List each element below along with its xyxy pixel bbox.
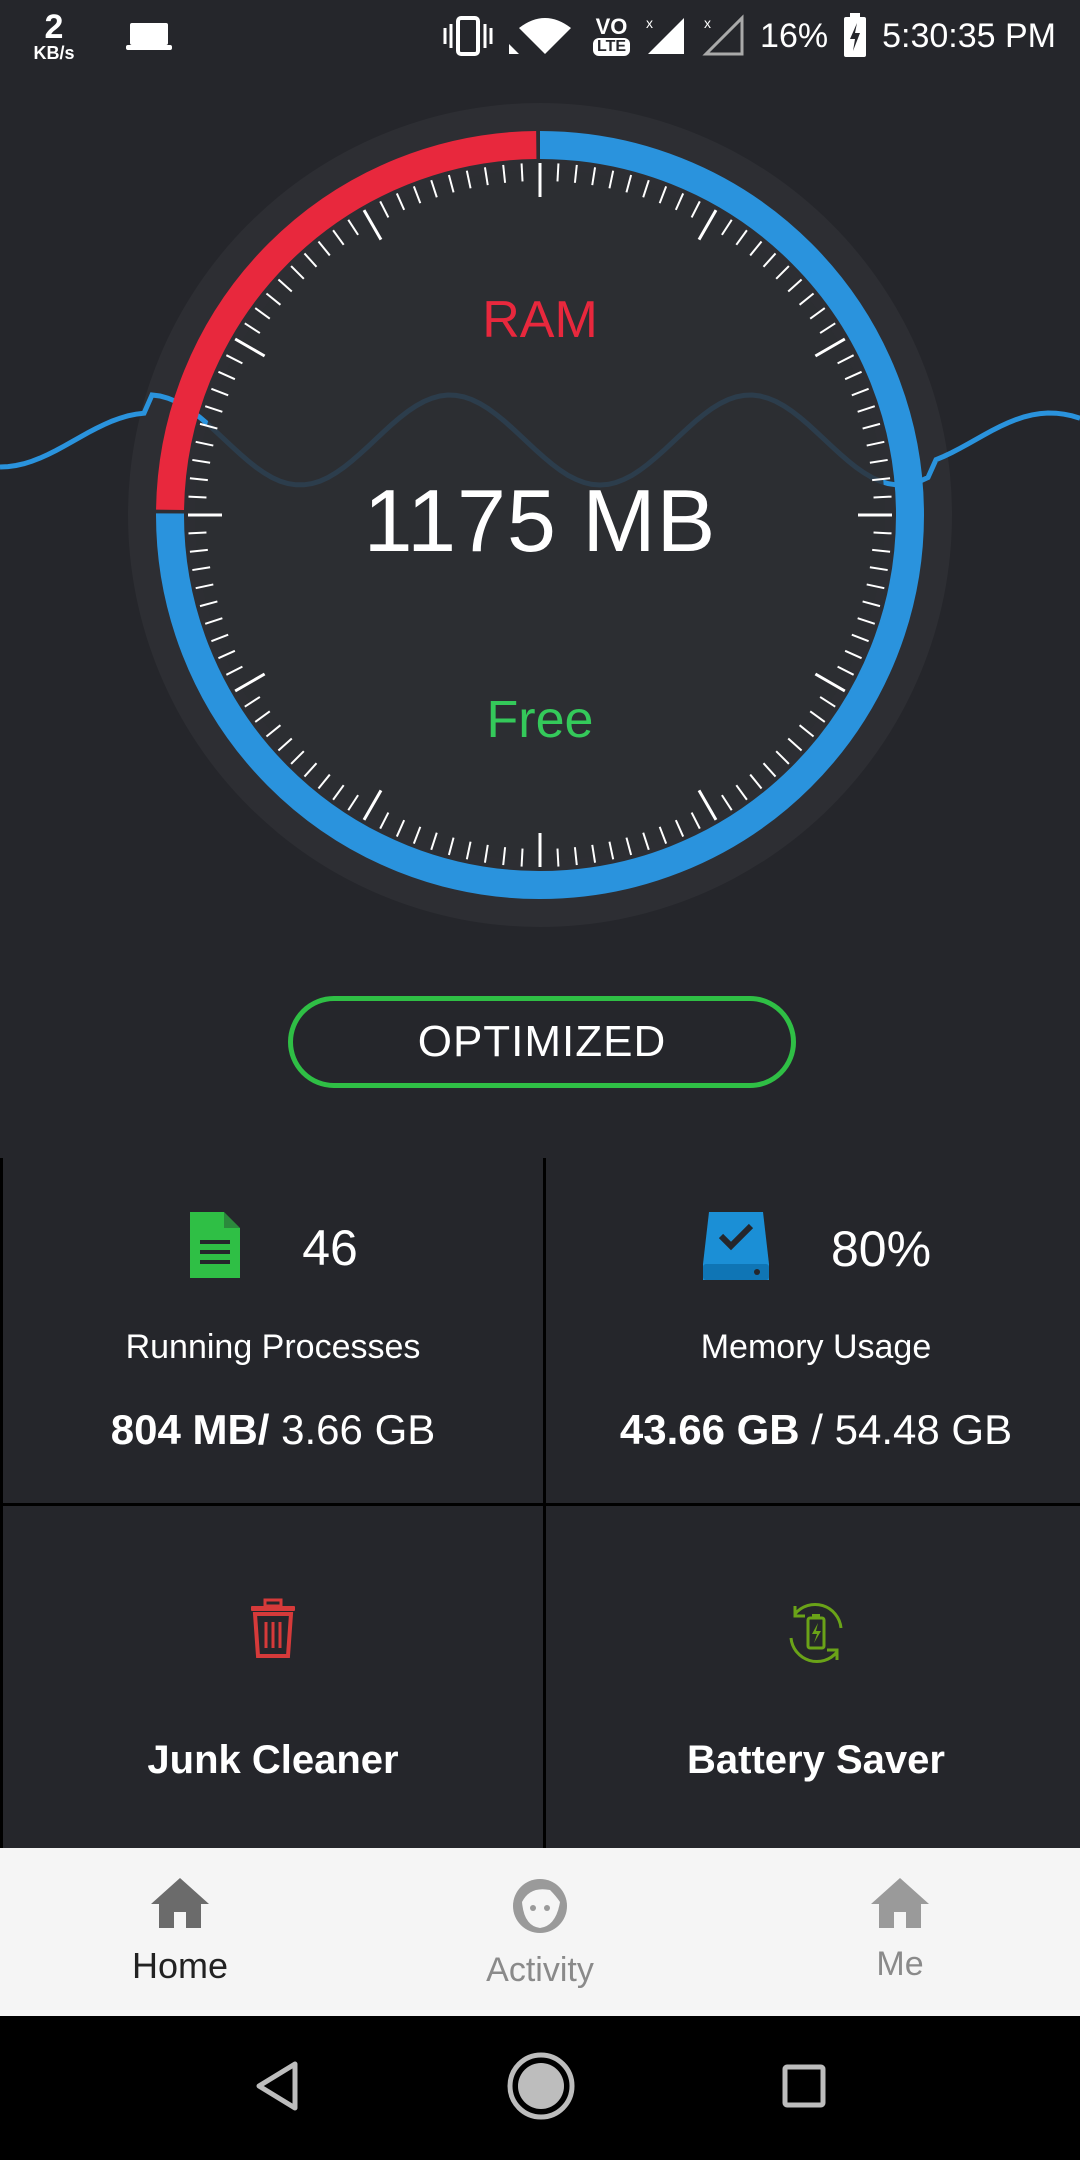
- ram-free-value: 1175 MB: [363, 471, 717, 570]
- svg-text:x: x: [704, 15, 711, 31]
- junk-cleaner-card[interactable]: Junk Cleaner: [3, 1506, 543, 1851]
- memory-total: 54.48 GB: [834, 1406, 1013, 1453]
- nav-home[interactable]: Home: [0, 1848, 360, 2016]
- home-icon: [869, 1876, 931, 1935]
- processes-used: 804 MB/: [110, 1406, 270, 1453]
- junk-cleaner-label: Junk Cleaner: [147, 1738, 399, 1782]
- optimize-button[interactable]: OPTIMIZED: [288, 996, 796, 1088]
- back-icon[interactable]: [253, 2060, 301, 2117]
- battery-saver-card[interactable]: Battery Saver: [546, 1506, 1080, 1851]
- network-speed-unit: KB/s: [33, 43, 75, 63]
- volte-label: VO: [595, 14, 628, 39]
- nav-me-label: Me: [876, 1945, 924, 1983]
- process-count: 46: [302, 1219, 358, 1276]
- processes-memory: 804 MB/ 3.66 GB: [3, 1406, 543, 1454]
- home-circle-icon[interactable]: [506, 2051, 576, 2126]
- memory-label: Memory Usage: [700, 1328, 932, 1366]
- battery-saver-label: Battery Saver: [687, 1738, 945, 1782]
- battery-cycle-icon: [781, 1598, 851, 1673]
- svg-text:x: x: [646, 15, 653, 31]
- processes-total: 3.66 GB: [269, 1406, 436, 1453]
- network-speed: 2 KB/s: [24, 10, 84, 62]
- clock: 5:30:35 PM: [882, 16, 1056, 55]
- processes-label: Running Processes: [125, 1328, 421, 1366]
- memory-separator: /: [799, 1406, 835, 1453]
- wifi-icon: [509, 14, 579, 58]
- laptop-icon: [124, 19, 174, 53]
- volte-icon: VO LTE: [593, 14, 631, 56]
- status-bar: 2 KB/s VO LTE x x 16% 5:30:35 PM: [0, 0, 1080, 72]
- memory-usage-card[interactable]: 80% Memory Usage 43.66 GB / 54.48 GB: [546, 1158, 1080, 1503]
- bottom-navigation: Home Activity Me: [0, 1848, 1080, 2016]
- trash-icon: [247, 1598, 299, 1663]
- recents-icon[interactable]: [781, 2063, 827, 2114]
- battery-charging-icon: [842, 13, 868, 59]
- nav-me[interactable]: Me: [720, 1848, 1080, 2016]
- system-navigation-bar: [0, 2016, 1080, 2160]
- nav-home-label: Home: [131, 1945, 229, 1986]
- memory-used: 43.66 GB: [619, 1406, 800, 1453]
- vibrate-icon: [441, 14, 495, 58]
- network-speed-value: 2: [44, 8, 64, 46]
- battery-percent: 16%: [760, 16, 829, 55]
- memory-percent: 80%: [830, 1220, 932, 1277]
- feature-grid: 46 Running Processes 804 MB/ 3.66 GB 80%…: [0, 1158, 1080, 1851]
- signal-empty-icon: x: [702, 14, 746, 58]
- lte-label: LTE: [593, 38, 631, 56]
- nav-activity[interactable]: Activity: [360, 1848, 720, 2016]
- document-icon: [188, 1210, 242, 1285]
- storage-check-icon: [701, 1210, 771, 1287]
- signal-icon: x: [644, 14, 688, 58]
- running-processes-card[interactable]: 46 Running Processes 804 MB/ 3.66 GB: [3, 1158, 543, 1503]
- memory-amount: 43.66 GB / 54.48 GB: [546, 1406, 1080, 1454]
- ram-gauge: RAM 1175 MB Free: [0, 90, 1080, 950]
- face-icon: [510, 1876, 570, 1941]
- nav-activity-label: Activity: [486, 1951, 594, 1989]
- home-icon: [149, 1876, 211, 1935]
- ram-title: RAM: [482, 291, 598, 349]
- ram-free-label: Free: [486, 691, 594, 749]
